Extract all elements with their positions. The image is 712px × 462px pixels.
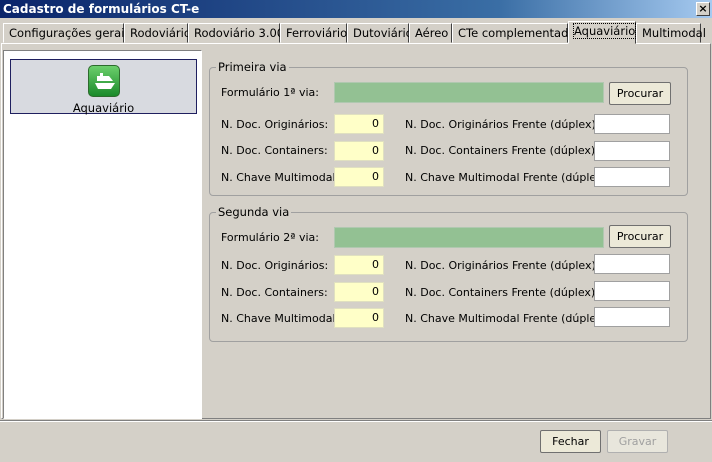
close-button[interactable]: × [696,2,710,16]
formulario-2-label: Formulário 2ª via: [221,231,319,244]
containers-duplex-2-input[interactable] [594,281,670,301]
originarios-duplex-2-input[interactable] [594,254,670,274]
tab-dutoviario[interactable]: Dutoviário [347,23,413,43]
sidebar-item-label: Aquaviário [72,101,135,115]
originarios-1-input[interactable]: 0 [334,114,384,134]
procurar-2-button[interactable]: Procurar [609,225,671,248]
containers-1-label: N. Doc. Containers: [221,144,328,157]
originarios-duplex-1-input[interactable] [594,114,670,134]
window-title: Cadastro de formulários CT-e [3,2,200,16]
originarios-2-input[interactable]: 0 [334,255,384,275]
chave-duplex-1-input[interactable] [594,167,670,187]
footer-divider [0,420,712,422]
originarios-2-label: N. Doc. Originários: [221,259,329,272]
containers-2-input[interactable]: 0 [334,282,384,302]
group-title: Primeira via [216,60,289,74]
tab-aereo[interactable]: Aéreo [409,23,452,43]
containers-1-input[interactable]: 0 [334,141,384,161]
tab-configuracoes-gerais[interactable]: Configurações gerais [3,23,130,43]
sidebar-item-aquaviario[interactable]: Aquaviário [10,59,197,115]
tab-bar: Configurações gerais Rodoviário Rodoviár… [0,21,712,44]
formulario-1-label: Formulário 1ª via: [221,86,319,99]
chave-duplex-2-label: N. Chave Multimodal Frente (dúplex): [405,312,611,325]
formulario-1-field[interactable] [334,82,604,103]
gravar-button[interactable]: Gravar [607,430,668,453]
containers-2-label: N. Doc. Containers: [221,286,328,299]
tab-ferroviario[interactable]: Ferroviário [280,23,347,43]
containers-duplex-2-label: N. Doc. Containers Frente (dúplex): [405,286,599,299]
chave-2-label: N. Chave Multimodal: [221,312,340,325]
fechar-button[interactable]: Fechar [540,430,601,453]
group-title: Segunda via [216,205,292,219]
chave-2-input[interactable]: 0 [334,308,384,328]
tab-multimodal[interactable]: Multimodal [636,23,706,43]
originarios-duplex-1-label: N. Doc. Originários Frente (dúplex): [405,118,600,131]
originarios-1-label: N. Doc. Originários: [221,118,329,131]
containers-duplex-1-input[interactable] [594,141,670,161]
chave-1-input[interactable]: 0 [334,167,384,187]
tab-cte-complementado[interactable]: CTe complementado [452,23,575,43]
ship-icon [87,65,120,97]
tab-aquaviario[interactable]: Aquaviário [568,21,637,44]
window-titlebar: Cadastro de formulários CT-e × [0,0,712,18]
originarios-duplex-2-label: N. Doc. Originários Frente (dúplex): [405,259,600,272]
chave-duplex-1-label: N. Chave Multimodal Frente (dúplex): [405,171,611,184]
tab-rodoviario[interactable]: Rodoviário [124,23,191,43]
tab-rodoviario-300[interactable]: Rodoviário 3.00 [188,23,284,43]
containers-duplex-1-label: N. Doc. Containers Frente (dúplex): [405,144,599,157]
chave-1-label: N. Chave Multimodal: [221,171,340,184]
procurar-1-button[interactable]: Procurar [609,82,671,105]
chave-duplex-2-input[interactable] [594,307,670,327]
formulario-2-field[interactable] [334,227,604,248]
sidebar: Aquaviário [3,50,202,419]
